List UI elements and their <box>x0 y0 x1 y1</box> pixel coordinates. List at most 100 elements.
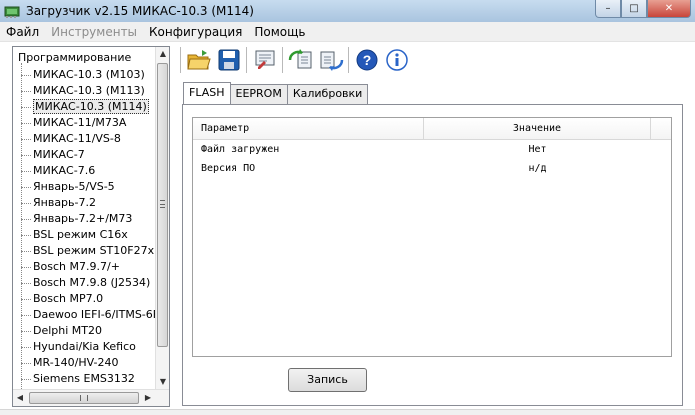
tree-item[interactable]: МИКАС-10.3 (M103) <box>13 67 156 83</box>
maximize-button[interactable]: □ <box>621 0 647 18</box>
tab-strip: FLASH EEPROM Калибровки <box>183 82 369 104</box>
tree-item[interactable]: МИКАС-10.3 (M114) <box>13 99 156 115</box>
tree-item[interactable]: Bosch M7.9.8 (J2534) <box>13 275 156 291</box>
toolbar-separator <box>180 47 182 73</box>
flash-tab-panel: Параметр Значение Файл загружен Нет Верс… <box>182 104 683 406</box>
tree-item[interactable]: Hyundai/Kia Kefico <box>13 339 156 355</box>
tree-branch-connector <box>21 203 31 204</box>
scroll-thumb[interactable] <box>157 63 168 347</box>
window-title: Загрузчик v2.15 МИКАС-10.3 (M114) <box>26 4 254 18</box>
tree-branch-connector <box>21 219 31 220</box>
tree-item-label: Daewoo IEFI-6/ITMS-6F <box>33 308 160 321</box>
write-button[interactable]: Запись <box>288 368 367 392</box>
table-header: Параметр Значение <box>193 118 671 140</box>
minimize-button[interactable]: – <box>595 0 621 18</box>
tree-item-label: MR-140/HV-240 <box>33 356 119 369</box>
tree-horizontal-scrollbar[interactable]: ◀ ▶ <box>13 389 169 406</box>
tree-branch-connector <box>21 75 31 76</box>
scroll-down-arrow-icon[interactable]: ▼ <box>156 375 169 389</box>
header-parameter[interactable]: Параметр <box>193 118 424 139</box>
tree-branch-connector <box>21 283 31 284</box>
tree-item-label: Hyundai/Kia Kefico <box>33 340 136 353</box>
tree-vertical-scrollbar[interactable]: ▲ ▼ <box>155 47 169 389</box>
header-value[interactable]: Значение <box>424 118 651 139</box>
menu-bar: Файл Инструменты Конфигурация Помощь <box>0 22 695 42</box>
tab-calibrations[interactable]: Калибровки <box>286 84 369 104</box>
tree-branch-connector <box>21 363 31 364</box>
tree-branch-connector <box>21 379 31 380</box>
tree-item[interactable]: Январь-5/VS-5 <box>13 179 156 195</box>
write-ecu-icon[interactable] <box>316 45 346 75</box>
tree-item-label: МИКАС-7.6 <box>33 164 96 177</box>
open-folder-icon[interactable] <box>184 45 214 75</box>
tree-item-label: Bosch M7.9.7/+ <box>33 260 120 273</box>
svg-text:?: ? <box>363 52 372 68</box>
info-icon[interactable] <box>382 45 412 75</box>
help-icon[interactable]: ? <box>352 45 382 75</box>
scroll-up-arrow-icon[interactable]: ▲ <box>156 47 169 61</box>
tree-root-programming[interactable]: Программирование <box>18 51 131 64</box>
tree-item[interactable]: BSL режим C16x <box>13 227 156 243</box>
tree-branch-connector <box>21 347 31 348</box>
cell-value: Нет <box>528 144 547 155</box>
tree-item-label: МИКАС-11/M73A <box>33 116 127 129</box>
tree-item-label: МИКАС-10.3 (M113) <box>33 84 145 97</box>
tree-items: МИКАС-10.3 (M103) МИКАС-10.3 (M113) МИКАС-… <box>13 67 160 387</box>
tree-item-label: Январь-7.2 <box>33 196 96 209</box>
tree-item[interactable]: BSL режим ST10F27x <box>13 243 156 259</box>
tree-branch-connector <box>21 155 31 156</box>
menu-tools[interactable]: Инструменты <box>45 25 143 39</box>
tree-item-label: Bosch MP7.0 <box>33 292 104 305</box>
tree-branch-connector <box>21 235 31 236</box>
tree-item-label: BSL режим ST10F27x <box>33 244 155 257</box>
tree-branch-connector <box>21 139 31 140</box>
tree-item[interactable]: Bosch M7.9.7/+ <box>13 259 156 275</box>
tree-item-label: МИКАС-10.3 (M114) <box>33 99 149 114</box>
tree-branch-connector <box>21 187 31 188</box>
tree-item[interactable]: МИКАС-7.6 <box>13 163 156 179</box>
toolbar-separator <box>348 47 350 73</box>
hscroll-thumb[interactable] <box>29 392 139 404</box>
tree-branch-connector <box>21 107 31 108</box>
tree-item[interactable]: МИКАС-11/M73A <box>13 115 156 131</box>
tree-item[interactable]: MR-140/HV-240 <box>13 355 156 371</box>
tree-item[interactable]: МИКАС-7 <box>13 147 156 163</box>
read-ecu-icon[interactable] <box>286 45 316 75</box>
tree-item-label: Январь-7.2+/M73 <box>33 212 133 225</box>
toolbar-separator <box>246 47 248 73</box>
ecu-tree[interactable]: Программирование МИКАС-10.3 (M103) МИКАС-… <box>12 46 170 407</box>
table-row[interactable]: Файл загружен Нет <box>193 140 671 159</box>
menu-file[interactable]: Файл <box>0 25 45 39</box>
title-bar[interactable]: Загрузчик v2.15 МИКАС-10.3 (M114) – □ ✕ <box>0 0 695 22</box>
tree-item[interactable]: МИКАС-11/VS-8 <box>13 131 156 147</box>
close-button[interactable]: ✕ <box>647 0 691 18</box>
hgrip-icon <box>80 395 88 401</box>
tree-item[interactable]: МИКАС-10.3 (M113) <box>13 83 156 99</box>
tree-branch-connector <box>21 299 31 300</box>
save-icon[interactable] <box>214 45 244 75</box>
tree-item[interactable]: Daewoo IEFI-6/ITMS-6F <box>13 307 160 323</box>
tree-branch-connector <box>21 171 31 172</box>
tree-item[interactable]: Delphi MT20 <box>13 323 156 339</box>
parameters-table[interactable]: Параметр Значение Файл загружен Нет Верс… <box>192 117 672 357</box>
tree-branch-connector <box>21 267 31 268</box>
tree-item-label: МИКАС-10.3 (M103) <box>33 68 145 81</box>
tree-item[interactable]: Siemens EMS3132 <box>13 371 156 387</box>
scroll-left-arrow-icon[interactable]: ◀ <box>13 390 27 406</box>
table-row[interactable]: Версия ПО н/д <box>193 159 671 178</box>
tree-item[interactable]: Январь-7.2+/M73 <box>13 211 156 227</box>
tree-item-label: Delphi MT20 <box>33 324 103 337</box>
tab-flash[interactable]: FLASH <box>183 82 231 104</box>
tree-item[interactable]: Январь-7.2 <box>13 195 156 211</box>
scroll-right-arrow-icon[interactable]: ▶ <box>141 390 155 406</box>
menu-help[interactable]: Помощь <box>248 25 311 39</box>
tab-eeprom[interactable]: EEPROM <box>229 84 288 104</box>
tree-item-label: МИКАС-7 <box>33 148 85 161</box>
settings-icon[interactable] <box>250 45 280 75</box>
tree-item-label: BSL режим C16x <box>33 228 128 241</box>
tree-item[interactable]: Bosch MP7.0 <box>13 291 156 307</box>
cell-parameter: Файл загружен <box>201 144 280 155</box>
tree-branch-connector <box>21 251 31 252</box>
menu-configuration[interactable]: Конфигурация <box>143 25 248 39</box>
status-bar <box>0 409 695 415</box>
